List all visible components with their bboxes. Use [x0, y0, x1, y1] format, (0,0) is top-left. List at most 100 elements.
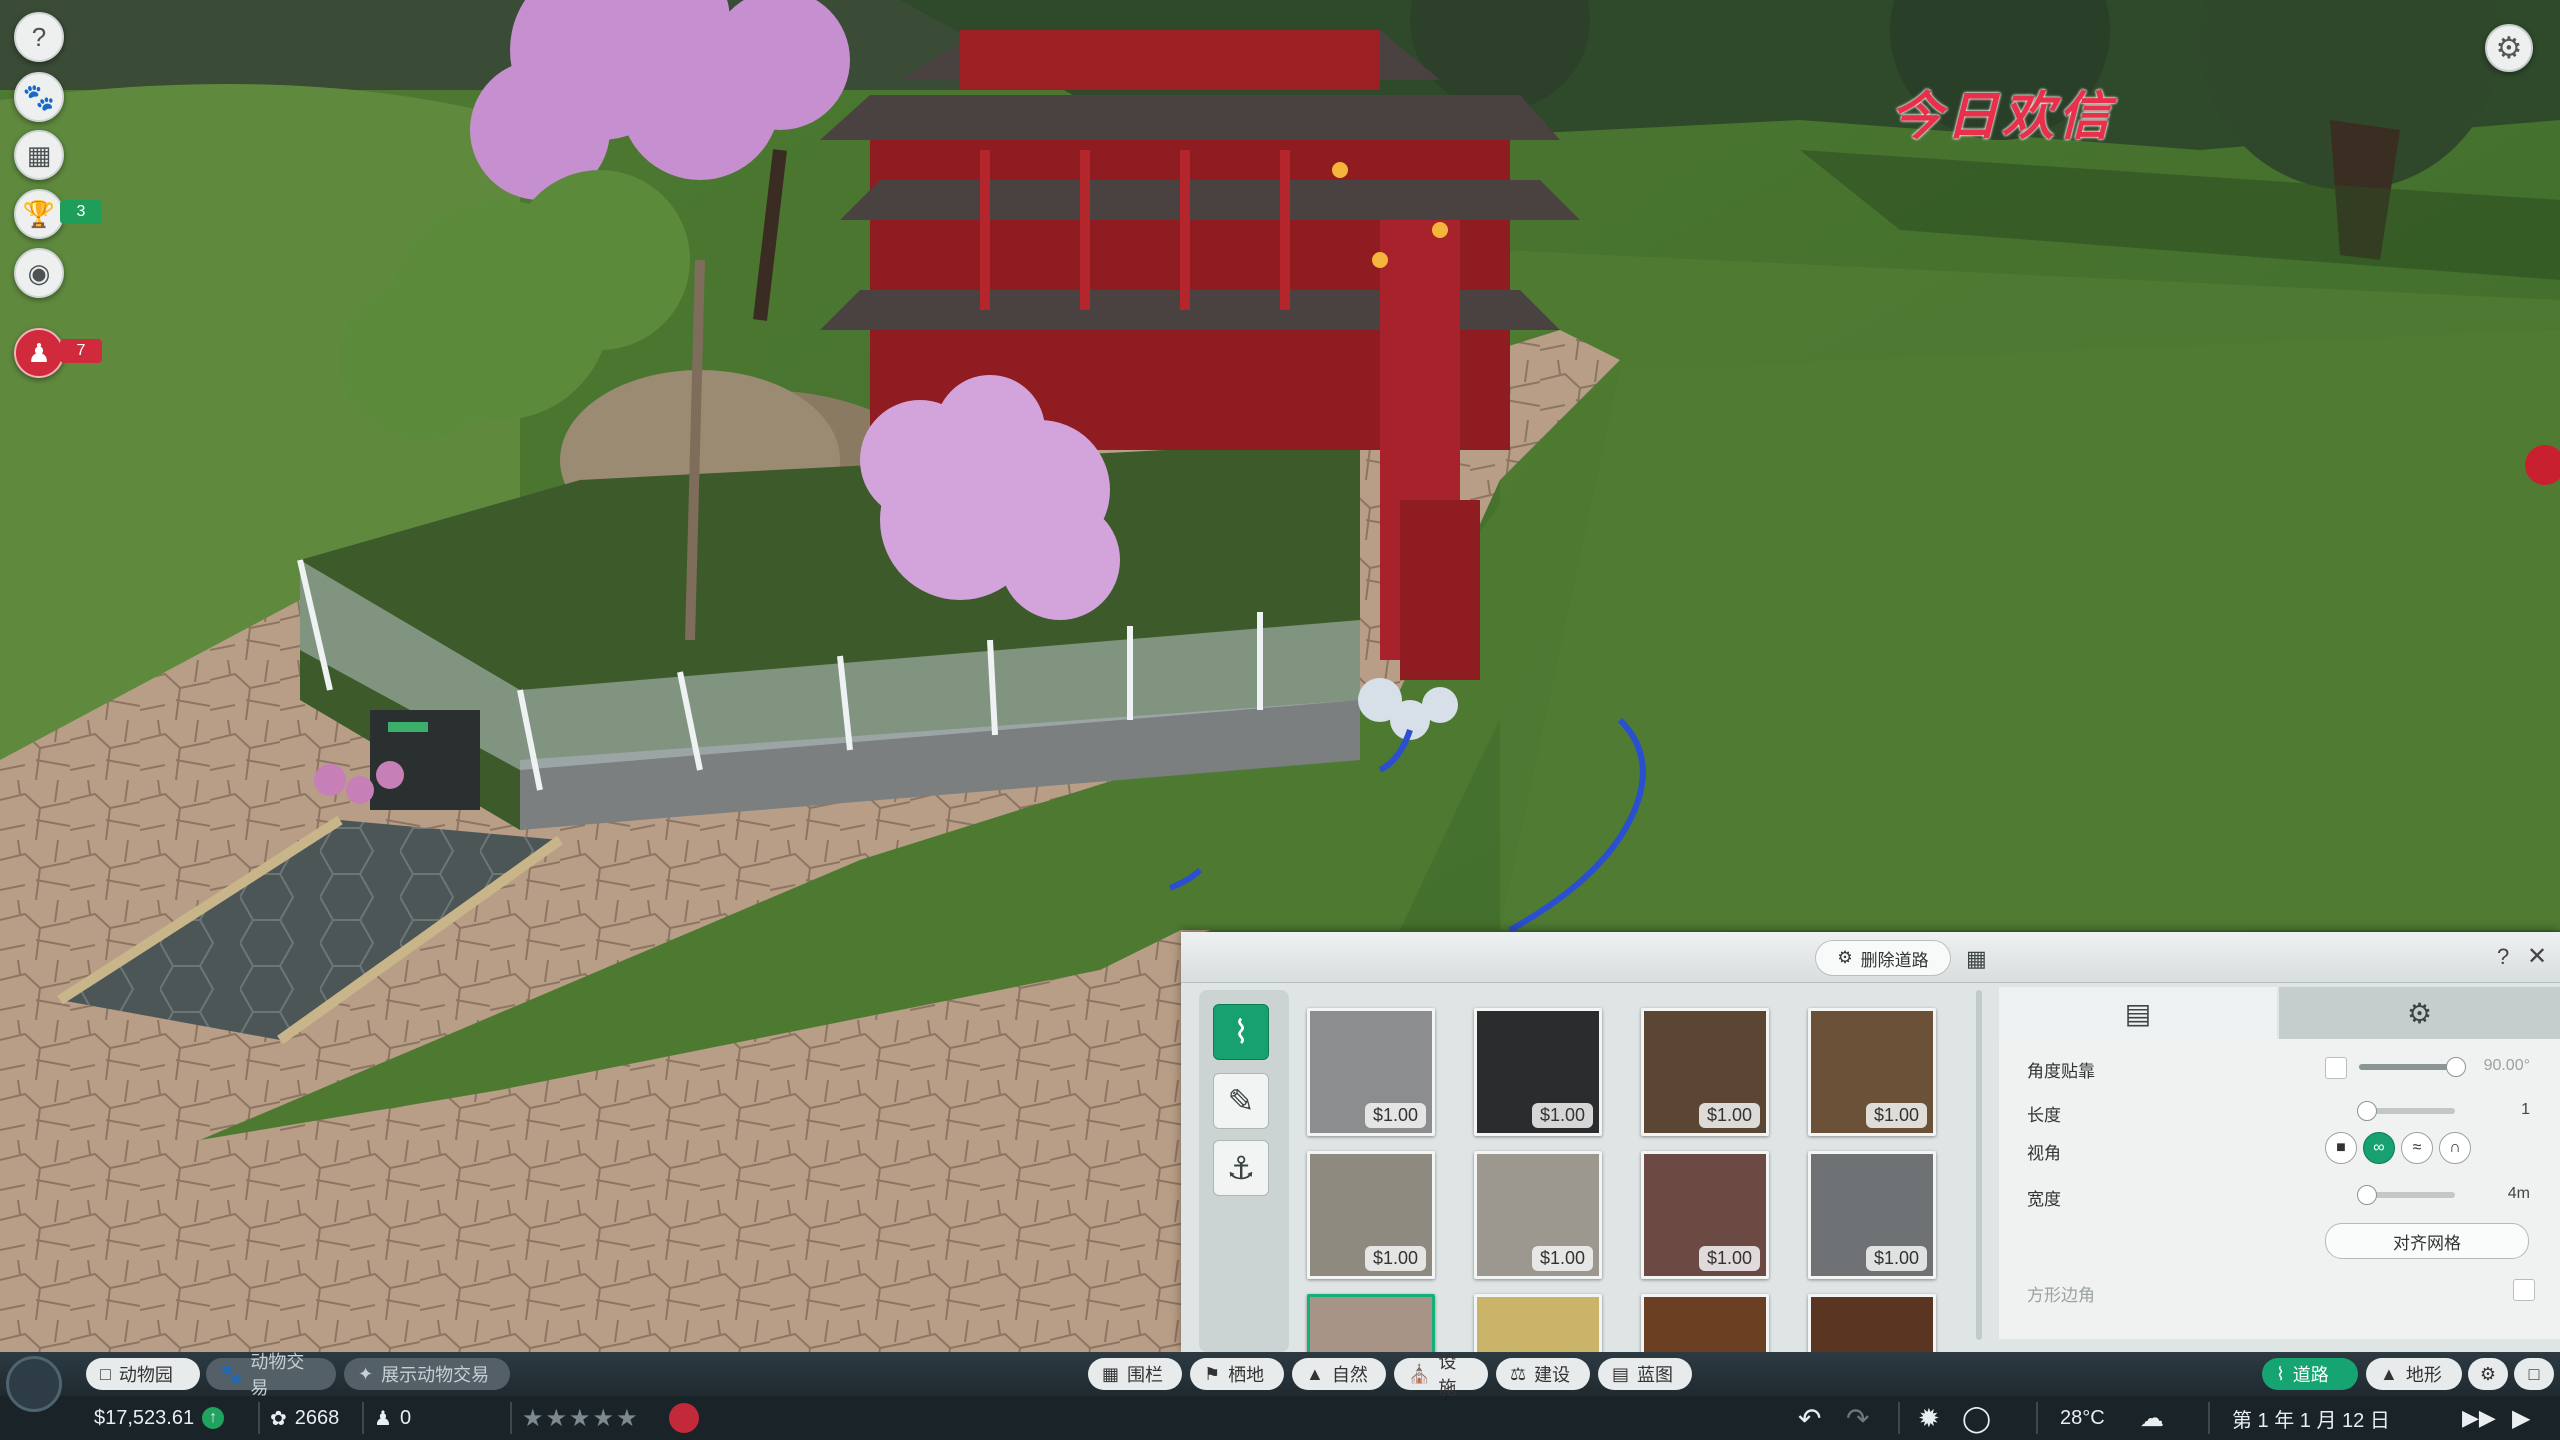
align-grid-button[interactable]: 对齐网格 — [2325, 1223, 2529, 1259]
path-tool-button[interactable]: ⌇ 道路 — [2262, 1358, 2358, 1390]
undo-icon: ↶ — [1798, 1402, 1822, 1434]
link-icon: ∞ — [2373, 1139, 2385, 1156]
staff-icon: ♟ — [27, 337, 51, 368]
redo-icon: ↷ — [1846, 1402, 1870, 1434]
visibility-button[interactable]: ◉ — [14, 248, 64, 298]
angle-slider-knob[interactable] — [2446, 1057, 2466, 1077]
material-tile[interactable]: $1.00 — [1307, 1008, 1435, 1136]
habitat-icon: ⚑ — [1204, 1363, 1221, 1384]
watermark-text: 今日欢信 — [1890, 86, 2115, 147]
material-tile[interactable]: $1.00 — [1307, 1151, 1435, 1279]
trophy-icon: 🏆 — [22, 198, 56, 229]
angle-snap-label: 角度贴靠 — [2027, 1062, 2095, 1081]
camera-icon: ■ — [2336, 1139, 2346, 1156]
square-corner-label: 方形边角 — [2027, 1286, 2095, 1305]
path-category-animal[interactable]: ⚓ — [1213, 1140, 1269, 1196]
material-price: $1.00 — [1531, 1103, 1593, 1128]
grid-view-icon[interactable]: ▦ — [1966, 946, 1987, 972]
tree-icon: ▲ — [1306, 1363, 1324, 1384]
tab-settings[interactable]: ⚙ — [2279, 987, 2560, 1039]
fast-forward-icon: ▶▶ — [2462, 1405, 2496, 1430]
help-icon: ? — [31, 21, 47, 52]
material-tile[interactable]: $1.00 — [1641, 1151, 1769, 1279]
tool-fence[interactable]: ▦ 围栏 — [1088, 1358, 1182, 1390]
properties-tabs: ▤ ⚙ — [1999, 987, 2560, 1039]
bottom-toolbar: □ 动物园 🐾 动物交易 ✦ 展示动物交易 ▦ 围栏 ⚑ 栖地 ▲ 自然 ⛪ 设施 ⚖ 建… — [0, 1352, 2560, 1398]
tab-exhibit-trade-label: 展示动物交易 — [381, 1365, 490, 1385]
heatmap-button[interactable]: ◯ — [1962, 1402, 1991, 1434]
camera-mode-button[interactable]: □ — [2514, 1358, 2554, 1390]
angle-slider-fill — [2359, 1064, 2455, 1070]
alert-icon[interactable] — [669, 1403, 699, 1433]
tool-blueprints[interactable]: ▤ 蓝图 — [1598, 1358, 1692, 1390]
tool-facilities[interactable]: ⛪ 设施 — [1394, 1352, 1488, 1398]
tool-habitat[interactable]: ⚑ 栖地 — [1190, 1358, 1284, 1390]
staff-path-icon: ✎ — [1227, 1083, 1255, 1119]
construction-icon: ⚖ — [1510, 1363, 1527, 1384]
tab-exhibit-trade[interactable]: ✦ 展示动物交易 — [344, 1358, 510, 1390]
gear-icon: ⚙ — [2495, 31, 2523, 65]
view-curve-button[interactable]: ≈ — [2401, 1132, 2433, 1164]
length-slider-knob[interactable] — [2357, 1101, 2377, 1121]
tab-properties[interactable]: ▤ — [1999, 987, 2277, 1039]
tool-construction-label: 建设 — [1534, 1365, 1571, 1385]
overlay-button[interactable]: ✹ — [1918, 1402, 1940, 1434]
angle-slider[interactable] — [2359, 1057, 2466, 1077]
terrain-tool-button[interactable]: ▲ 地形 — [2366, 1358, 2462, 1390]
play-button[interactable]: ▶ — [2512, 1402, 2530, 1434]
play-speed-button[interactable]: ▶▶ — [2462, 1402, 2496, 1434]
material-tile[interactable]: $1.00 — [1641, 1008, 1769, 1136]
path-tool-label: 道路 — [2292, 1365, 2329, 1385]
date-display: 第 1 年 1 月 12 日 — [2232, 1402, 2390, 1434]
length-value: 1 — [2521, 1101, 2530, 1118]
path-category-guest[interactable]: ⌇ — [1213, 1004, 1269, 1060]
redo-button[interactable]: ↷ — [1846, 1402, 1869, 1434]
angle-snap-checkbox[interactable] — [2325, 1057, 2347, 1079]
undo-button[interactable]: ↶ — [1798, 1402, 1821, 1434]
panel-close-button[interactable]: ✕ — [2527, 942, 2547, 971]
material-scrollbar[interactable] — [1976, 990, 1982, 1340]
material-tile[interactable]: $1.00 — [1474, 1008, 1602, 1136]
material-price: $1.00 — [1531, 1246, 1593, 1271]
tool-construction[interactable]: ⚖ 建设 — [1496, 1358, 1590, 1390]
calendar-icon: ▦ — [26, 139, 52, 170]
weather-icon: ☁ — [2140, 1404, 2164, 1432]
angle-value: 90.00° — [2483, 1057, 2530, 1074]
material-tile[interactable]: $1.00 — [1808, 1008, 1936, 1136]
clipboard-icon: ▤ — [2124, 997, 2152, 1029]
temperature-display: 28°C — [2060, 1402, 2105, 1434]
zoo-button[interactable]: 🐾 — [14, 72, 64, 122]
width-slider-knob[interactable] — [2357, 1185, 2377, 1205]
length-label: 长度 — [2027, 1106, 2061, 1125]
help-button[interactable]: ? — [14, 12, 64, 62]
tool-fence-label: 围栏 — [1127, 1365, 1164, 1385]
tool-blueprints-label: 蓝图 — [1637, 1365, 1674, 1385]
zoo-rating-stars: ★★★★★ — [522, 1402, 640, 1434]
bulldoze-button[interactable]: ⚙ — [2468, 1358, 2508, 1390]
path-category-staff[interactable]: ✎ — [1213, 1073, 1269, 1129]
view-arc-button[interactable]: ∩ — [2439, 1132, 2471, 1164]
material-price: $1.00 — [1364, 1103, 1426, 1128]
staff-button[interactable]: ♟ — [14, 328, 64, 378]
settings-button[interactable]: ⚙ — [2485, 24, 2533, 72]
awards-button[interactable]: 🏆 — [14, 189, 64, 239]
tab-zoo[interactable]: □ 动物园 — [86, 1358, 200, 1390]
view-link-button[interactable]: ∞ — [2363, 1132, 2395, 1164]
tool-nature[interactable]: ▲ 自然 — [1292, 1358, 1386, 1390]
path-icon: ⌇ — [1233, 1014, 1249, 1050]
material-tile[interactable]: $1.00 — [1808, 1151, 1936, 1279]
temperature-value: 28°C — [2060, 1406, 2105, 1429]
width-slider[interactable] — [2357, 1185, 2455, 1205]
length-slider[interactable] — [2357, 1101, 2455, 1121]
view-camera-button[interactable]: ■ — [2325, 1132, 2357, 1164]
square-corner-checkbox[interactable] — [2513, 1279, 2535, 1301]
tab-animal-trade[interactable]: 🐾 动物交易 — [206, 1352, 336, 1398]
panel-help-button[interactable]: ? — [2497, 944, 2509, 970]
delete-path-button[interactable]: ⚙ 删除道路 — [1815, 940, 1951, 976]
calendar-button[interactable]: ▦ — [14, 130, 64, 180]
blueprint-icon: ▤ — [1612, 1363, 1630, 1384]
zoo-logo[interactable] — [6, 1356, 62, 1412]
curve-icon: ≈ — [2412, 1139, 2422, 1156]
panel-header: ⚙ 删除道路 ▦ ? ✕ — [1181, 932, 2560, 983]
material-tile[interactable]: $1.00 — [1474, 1151, 1602, 1279]
